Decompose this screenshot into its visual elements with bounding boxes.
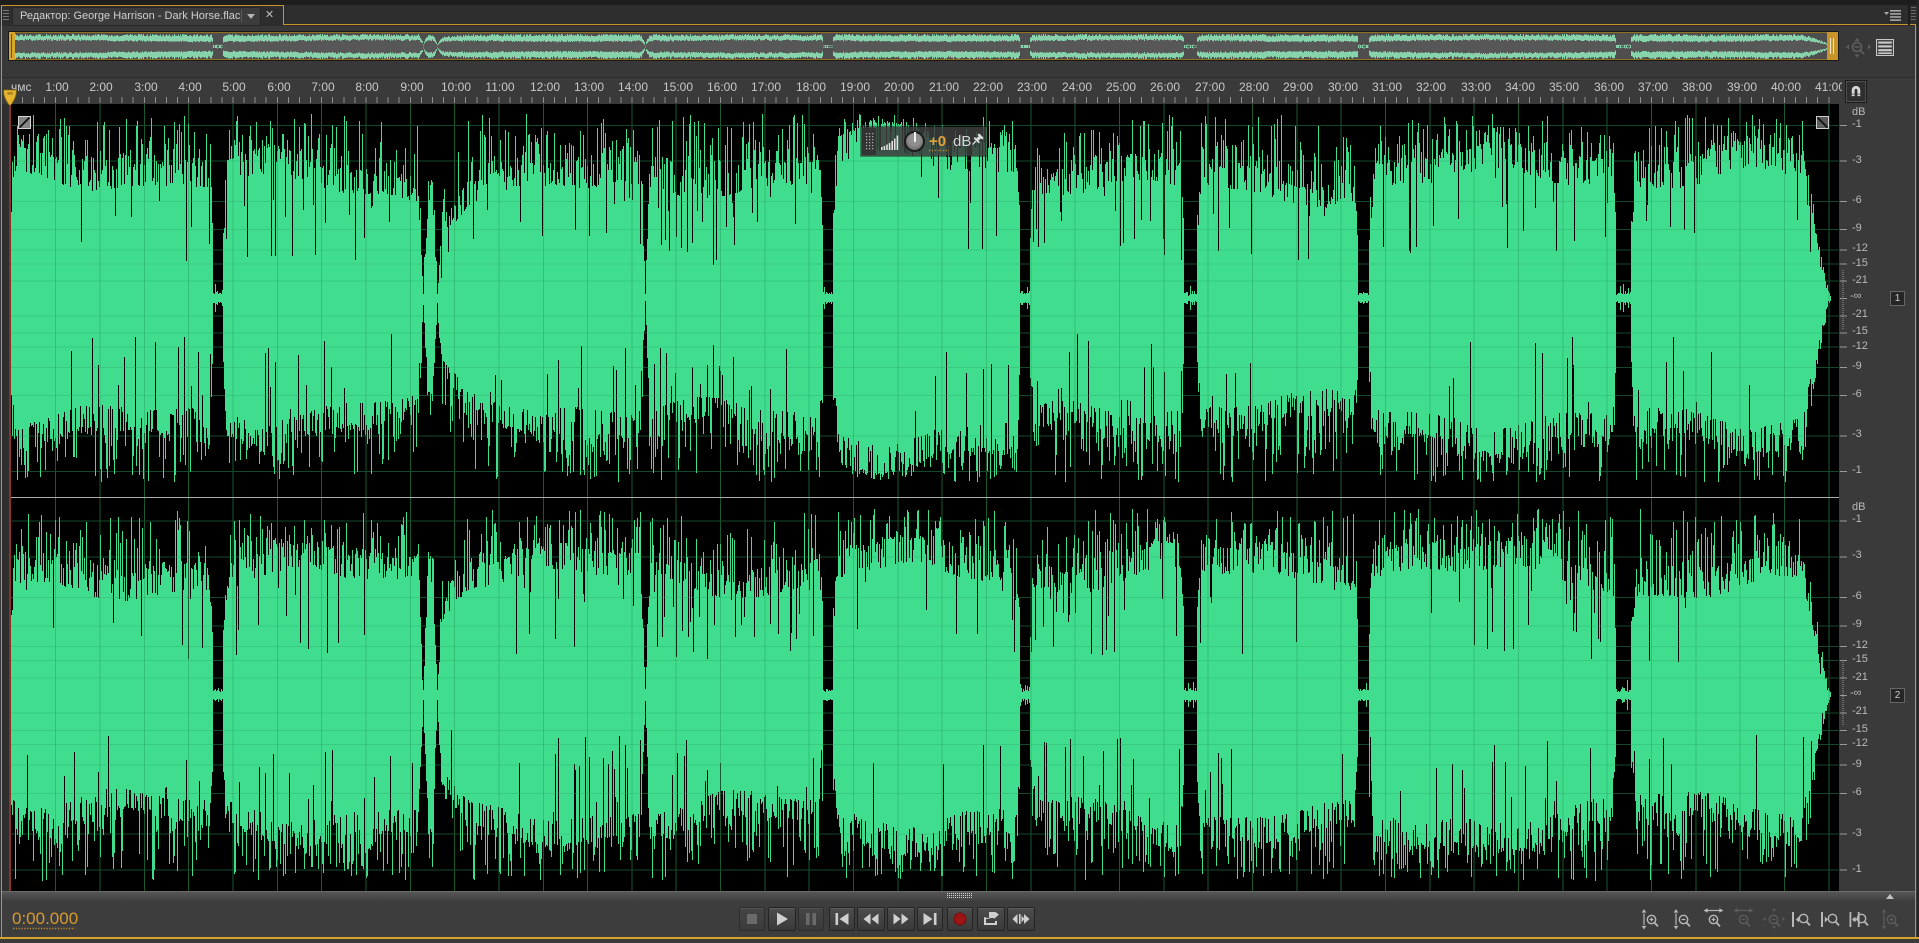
svg-text:0:00.000: 0:00.000 — [12, 909, 78, 928]
svg-text:+0: +0 — [929, 133, 946, 150]
